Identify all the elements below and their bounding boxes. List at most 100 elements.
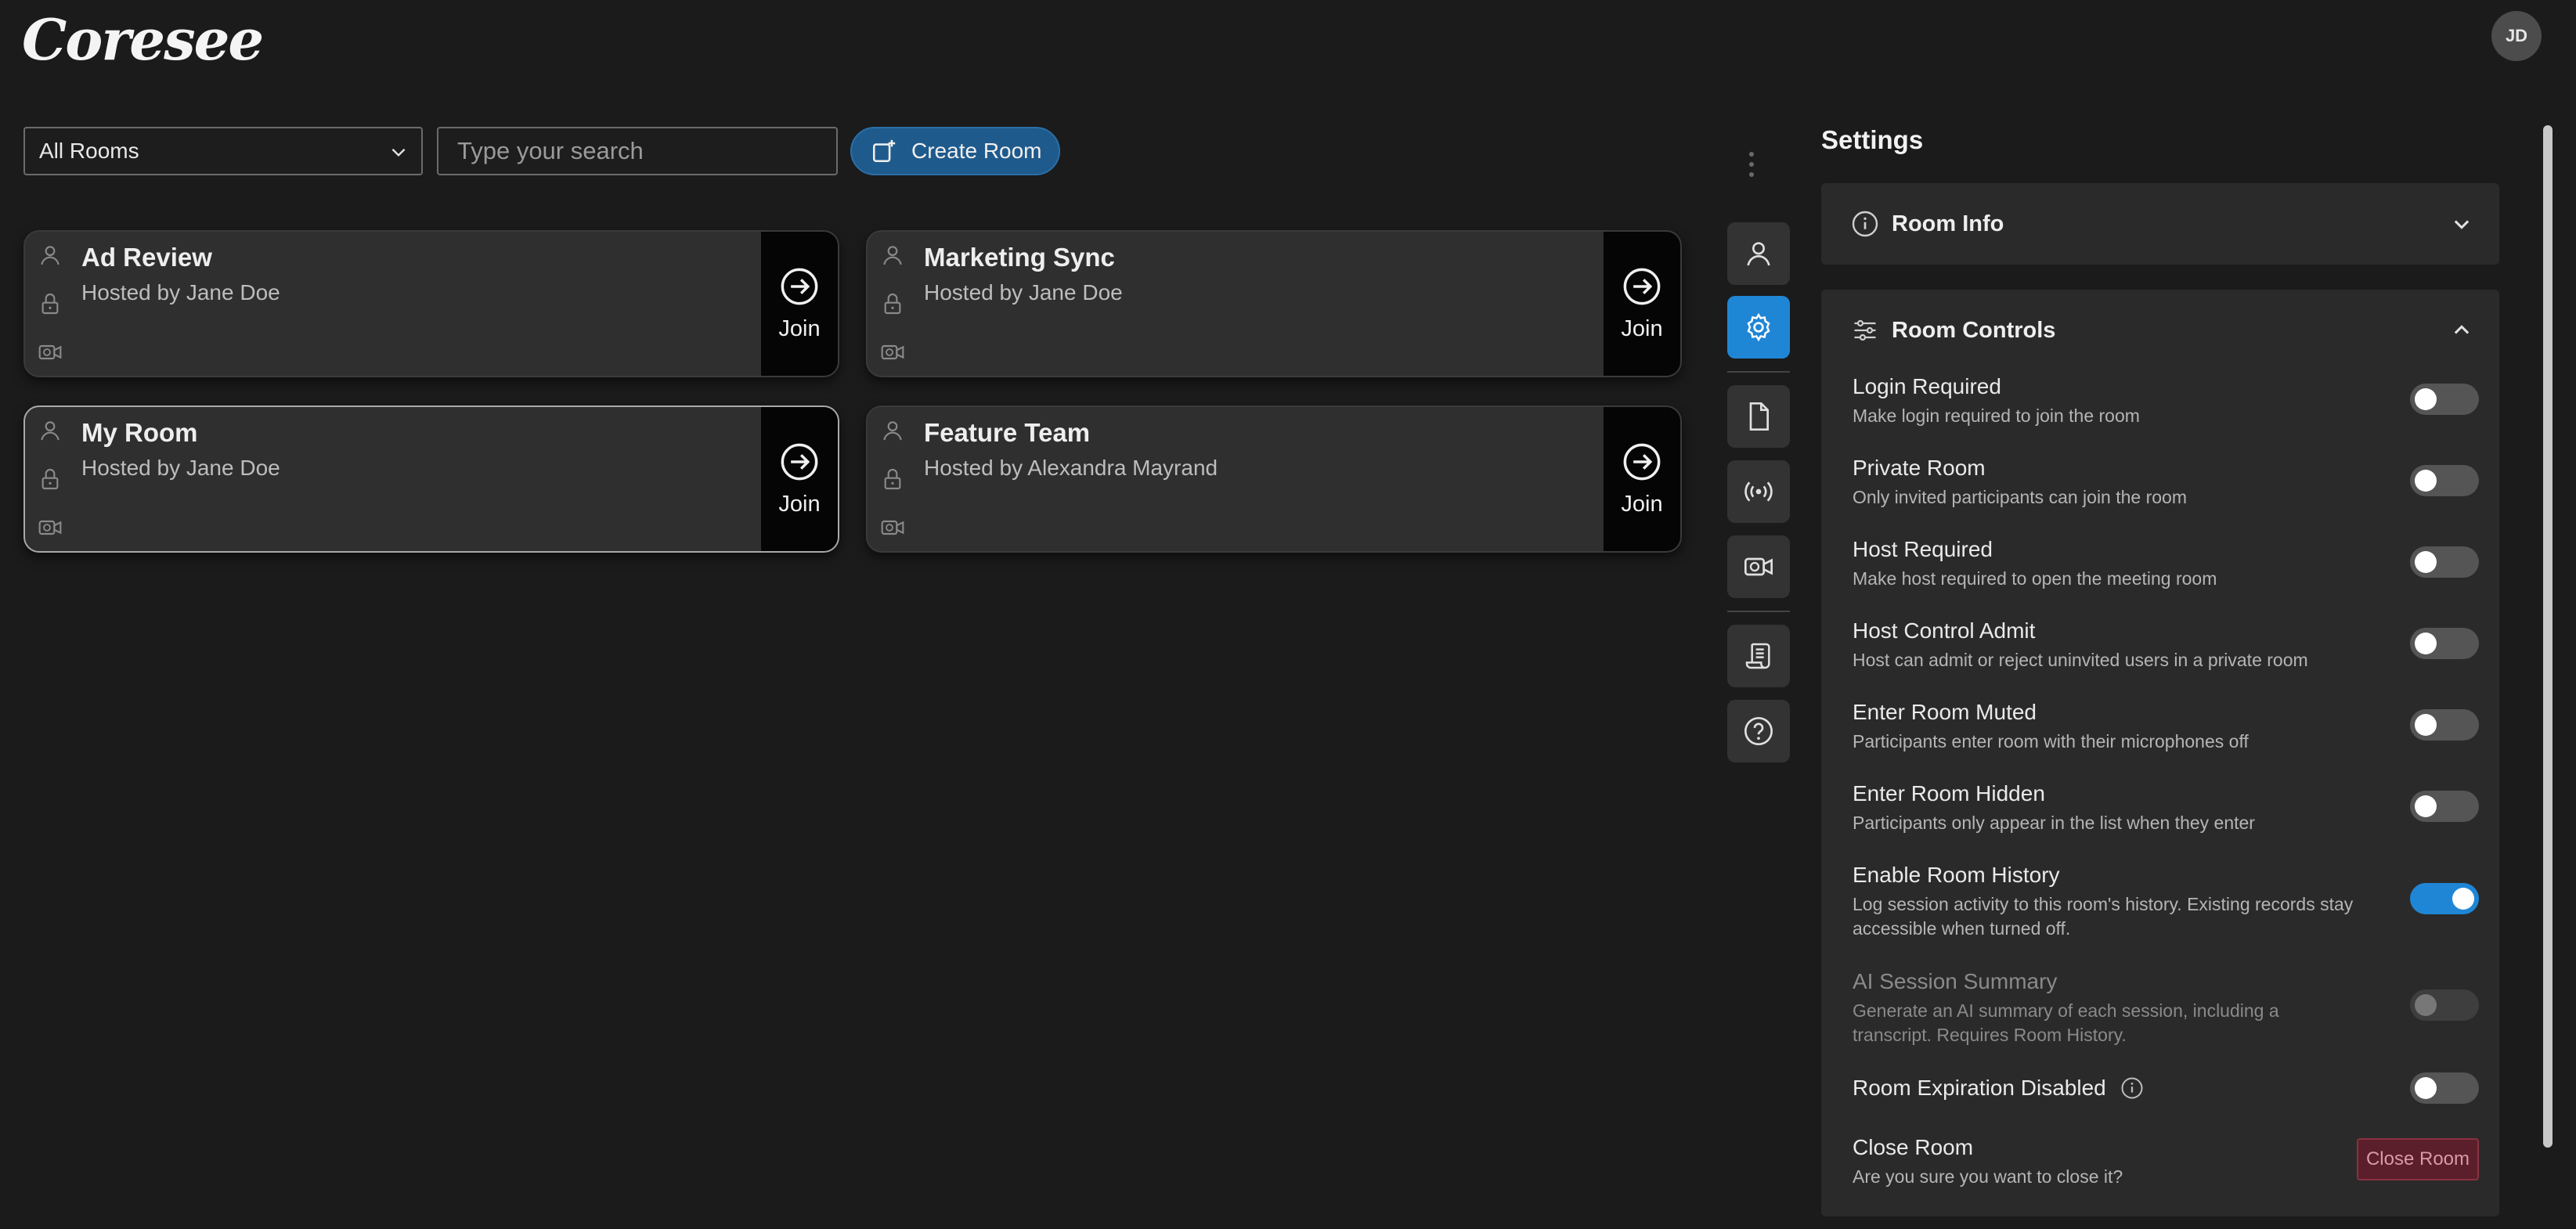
setting-label: Private Room xyxy=(1853,456,1986,480)
chevron-down-icon xyxy=(391,148,406,157)
room-host: Hosted by Alexandra Mayrand xyxy=(924,456,1218,480)
enter-room-hidden-toggle[interactable] xyxy=(2410,791,2479,822)
lock-icon xyxy=(41,469,59,490)
setting-host-control-admit: Host Control Admit Host can admit or rej… xyxy=(1853,618,2479,672)
create-room-button[interactable]: Create Room xyxy=(850,127,1060,175)
question-circle-icon xyxy=(1744,717,1773,745)
room-info-header[interactable]: Room Info xyxy=(1851,208,2004,240)
room-controls-header[interactable]: Room Controls xyxy=(1851,315,2055,346)
setting-login-required: Login Required Make login required to jo… xyxy=(1853,374,2479,428)
close-room-button[interactable]: Close Room xyxy=(2357,1138,2479,1180)
room-name: Ad Review xyxy=(81,243,212,272)
room-filter-select[interactable]: All Rooms xyxy=(23,127,423,175)
join-label: Join xyxy=(778,491,821,517)
room-name: My Room xyxy=(81,418,198,447)
setting-desc: Make host required to open the meeting r… xyxy=(1853,568,2217,589)
setting-enter-room-hidden: Enter Room Hidden Participants only appe… xyxy=(1853,781,2479,835)
setting-label: Enter Room Muted xyxy=(1853,700,2037,724)
room-host: Hosted by Jane Doe xyxy=(924,280,1123,305)
person-icon xyxy=(883,246,902,265)
room-card-ad-review[interactable]: Ad Review Hosted by Jane Doe Join xyxy=(23,230,839,377)
enter-room-muted-toggle[interactable] xyxy=(2410,709,2479,741)
setting-label: Login Required xyxy=(1853,374,2001,398)
setting-desc: Generate an AI summary of each session, … xyxy=(1853,1000,2279,1045)
setting-label: Host Control Admit xyxy=(1853,618,2036,643)
room-info-label: Room Info xyxy=(1892,211,2004,236)
rail-files-button[interactable] xyxy=(1727,385,1790,448)
rail-help-button[interactable] xyxy=(1727,700,1790,762)
gear-icon xyxy=(1747,312,1770,342)
private-room-toggle[interactable] xyxy=(2410,465,2479,496)
chevron-up-icon[interactable] xyxy=(2451,319,2473,341)
host-required-toggle[interactable] xyxy=(2410,546,2479,578)
room-card-my-room[interactable]: My Room Hosted by Jane Doe Join xyxy=(23,405,839,553)
arrow-right-circle-icon xyxy=(781,443,818,480)
video-camera-icon xyxy=(38,344,62,360)
host-control-admit-toggle[interactable] xyxy=(2410,628,2479,659)
lock-icon xyxy=(884,294,901,315)
room-name: Feature Team xyxy=(924,418,1091,447)
ai-session-summary-toggle[interactable] xyxy=(2410,989,2479,1021)
room-name: Marketing Sync xyxy=(924,243,1115,272)
room-controls-panel: Room Controls Login Required Make login … xyxy=(1821,290,2499,1216)
setting-desc: Host can admit or reject uninvited users… xyxy=(1853,650,2308,670)
room-card-marketing-sync[interactable]: Marketing Sync Hosted by Jane Doe Join xyxy=(866,230,1682,377)
video-camera-icon xyxy=(38,520,62,535)
person-icon xyxy=(883,421,902,441)
close-room-desc: Are you sure you want to close it? xyxy=(1853,1166,2123,1187)
lock-icon xyxy=(41,294,59,315)
room-expiration-disabled-toggle[interactable] xyxy=(2410,1072,2479,1104)
room-controls-label: Room Controls xyxy=(1892,317,2056,343)
rail-divider xyxy=(1727,611,1790,612)
more-options-icon[interactable] xyxy=(1748,150,1755,178)
login-required-toggle[interactable] xyxy=(2410,384,2479,415)
document-icon xyxy=(1749,402,1769,431)
person-icon xyxy=(41,246,60,265)
info-icon xyxy=(1852,211,1878,237)
room-host: Hosted by Jane Doe xyxy=(81,456,280,480)
setting-desc: Participants enter room with their micro… xyxy=(1853,731,2249,751)
room-host: Hosted by Jane Doe xyxy=(81,280,280,305)
setting-desc: Only invited participants can join the r… xyxy=(1853,487,2187,507)
setting-label-text: Room Expiration Disabled xyxy=(1853,1076,2106,1100)
video-camera-icon xyxy=(881,344,904,360)
join-button[interactable]: Join xyxy=(761,407,838,551)
setting-desc: Make login required to join the room xyxy=(1853,405,2140,426)
rail-settings-button[interactable] xyxy=(1727,296,1790,359)
settings-scrollbar-thumb[interactable] xyxy=(2543,125,2553,1148)
search-input[interactable] xyxy=(437,127,838,175)
join-button[interactable]: Join xyxy=(761,232,838,376)
setting-label: Enable Room History xyxy=(1853,863,2060,887)
scroll-icon xyxy=(1745,643,1770,669)
rail-broadcast-button[interactable] xyxy=(1727,460,1790,523)
room-info-panel[interactable]: Room Info xyxy=(1821,183,2499,265)
join-label: Join xyxy=(778,315,821,341)
setting-label: Host Required xyxy=(1853,537,1993,561)
rail-participants-button[interactable] xyxy=(1727,222,1790,285)
person-icon xyxy=(41,421,60,441)
chevron-down-icon[interactable] xyxy=(2451,213,2473,235)
setting-desc: Participants only appear in the list whe… xyxy=(1853,813,2255,833)
settings-title: Settings xyxy=(1821,125,1924,154)
video-camera-icon xyxy=(1744,557,1773,576)
setting-private-room: Private Room Only invited participants c… xyxy=(1853,456,2479,510)
rail-recordings-button[interactable] xyxy=(1727,535,1790,598)
create-room-label: Create Room xyxy=(911,139,1042,163)
user-avatar[interactable]: JD xyxy=(2491,11,2542,61)
setting-close-room: Close Room Are you sure you want to clos… xyxy=(1853,1135,2479,1189)
add-window-icon xyxy=(872,139,896,163)
broadcast-icon xyxy=(1744,481,1773,502)
info-icon[interactable] xyxy=(2120,1076,2144,1100)
setting-label: Enter Room Hidden xyxy=(1853,781,2045,806)
join-button[interactable]: Join xyxy=(1604,407,1680,551)
join-label: Join xyxy=(1621,491,1663,517)
enable-room-history-toggle[interactable] xyxy=(2410,883,2479,914)
setting-enable-room-history: Enable Room History Log session activity… xyxy=(1853,863,2479,941)
rail-history-button[interactable] xyxy=(1727,625,1790,687)
setting-ai-session-summary: AI Session Summary Generate an AI summar… xyxy=(1853,969,2479,1047)
lock-icon xyxy=(884,469,901,490)
room-card-feature-team[interactable]: Feature Team Hosted by Alexandra Mayrand… xyxy=(866,405,1682,553)
join-button[interactable]: Join xyxy=(1604,232,1680,376)
rail-divider xyxy=(1727,371,1790,373)
setting-label: Room Expiration Disabled xyxy=(1853,1076,2479,1101)
